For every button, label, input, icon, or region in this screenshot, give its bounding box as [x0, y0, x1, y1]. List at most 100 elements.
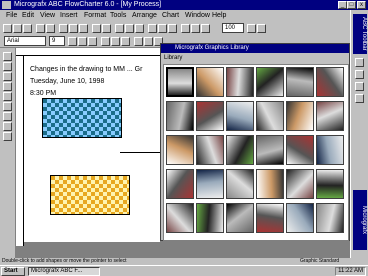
- canvas-text-time[interactable]: 8:30 PM: [30, 90, 56, 97]
- library-thumbnail[interactable]: [316, 135, 344, 165]
- library-thumbnail[interactable]: [196, 203, 224, 233]
- library-thumbnail[interactable]: [286, 101, 314, 131]
- library-thumbnail[interactable]: [166, 169, 194, 199]
- abc-toolbar-label[interactable]: ABC Toolbar: [353, 14, 367, 54]
- bold-icon[interactable]: [68, 37, 77, 46]
- underline-icon[interactable]: [88, 37, 97, 46]
- micrografx-label[interactable]: Micrografx: [353, 190, 367, 250]
- library-thumbnail[interactable]: [196, 67, 224, 97]
- shape-icon[interactable]: [115, 24, 124, 33]
- library-thumbnail[interactable]: [226, 169, 254, 199]
- palette-tool-icon[interactable]: [355, 58, 364, 67]
- library-thumbnail[interactable]: [196, 135, 224, 165]
- library-thumbnail[interactable]: [226, 203, 254, 233]
- taskbar-app-item[interactable]: Micrografx ABC F...: [28, 267, 100, 276]
- font-size-select[interactable]: 9: [49, 36, 65, 46]
- taskbar-clock: 11:22 AM: [335, 267, 366, 276]
- palette-tool-icon[interactable]: [355, 94, 364, 103]
- grid-icon[interactable]: [191, 24, 200, 33]
- palette-tool-icon[interactable]: [355, 70, 364, 79]
- zoom-tool-icon[interactable]: [3, 132, 12, 141]
- text-tool-icon[interactable]: [3, 82, 12, 91]
- curve-tool-icon[interactable]: [3, 122, 12, 131]
- canvas-text-title[interactable]: Changes in the drawing to MM ... Gr: [30, 66, 142, 73]
- shape-tool-icon[interactable]: [3, 62, 12, 71]
- menu-format[interactable]: Format: [84, 12, 106, 19]
- redo-icon[interactable]: [102, 24, 111, 33]
- data-icon[interactable]: [158, 24, 167, 33]
- new-icon[interactable]: [3, 24, 12, 33]
- polygon-tool-icon[interactable]: [3, 112, 12, 121]
- preview-icon[interactable]: [46, 24, 55, 33]
- ellipse-tool-icon[interactable]: [3, 102, 12, 111]
- close-button[interactable]: x: [357, 1, 366, 9]
- maximize-button[interactable]: □: [347, 1, 356, 9]
- menu-arrange[interactable]: Arrange: [132, 12, 157, 19]
- zoom-select[interactable]: 100: [222, 23, 244, 33]
- library-thumbnail[interactable]: [316, 101, 344, 131]
- library-thumbnail[interactable]: [166, 101, 194, 131]
- library-thumbnail[interactable]: [286, 203, 314, 233]
- align-center-icon[interactable]: [111, 37, 120, 46]
- connector-line[interactable]: [120, 152, 162, 153]
- help-icon[interactable]: [257, 24, 266, 33]
- library-thumbnail[interactable]: [166, 67, 194, 97]
- align-left-icon[interactable]: [101, 37, 110, 46]
- italic-icon[interactable]: [78, 37, 87, 46]
- library-thumbnail[interactable]: [256, 67, 284, 97]
- copy-icon[interactable]: [69, 24, 78, 33]
- library-thumbnail[interactable]: [226, 101, 254, 131]
- menu-file[interactable]: File: [6, 12, 17, 19]
- cut-icon[interactable]: [59, 24, 68, 33]
- canvas-text-date[interactable]: Tuesday, June 10, 1998: [30, 78, 104, 85]
- library-menu[interactable]: Library: [161, 53, 349, 63]
- minimize-button[interactable]: _: [338, 1, 347, 9]
- link-icon[interactable]: [148, 24, 157, 33]
- blue-pattern-shape[interactable]: [42, 98, 122, 138]
- menu-insert[interactable]: Insert: [60, 12, 78, 19]
- align-right-icon[interactable]: [121, 37, 130, 46]
- library-icon[interactable]: [181, 24, 190, 33]
- library-thumbnail[interactable]: [196, 169, 224, 199]
- library-thumbnail[interactable]: [256, 203, 284, 233]
- print-icon[interactable]: [36, 24, 45, 33]
- menu-window[interactable]: Window: [185, 12, 210, 19]
- library-thumbnail[interactable]: [256, 101, 284, 131]
- line-color-icon[interactable]: [144, 37, 153, 46]
- menu-view[interactable]: View: [40, 12, 55, 19]
- library-thumbnail[interactable]: [226, 67, 254, 97]
- chart-icon[interactable]: [168, 24, 177, 33]
- library-thumbnail[interactable]: [256, 135, 284, 165]
- library-thumbnail[interactable]: [316, 203, 344, 233]
- menu-help[interactable]: Help: [212, 12, 226, 19]
- library-thumbnail[interactable]: [316, 169, 344, 199]
- library-thumbnail[interactable]: [256, 169, 284, 199]
- undo-icon[interactable]: [92, 24, 101, 33]
- font-select[interactable]: Arial: [4, 36, 46, 46]
- library-thumbnail[interactable]: [226, 135, 254, 165]
- library-thumbnail[interactable]: [286, 67, 314, 97]
- snap-icon[interactable]: [201, 24, 210, 33]
- start-button[interactable]: Start: [1, 267, 25, 276]
- text-icon[interactable]: [135, 24, 144, 33]
- library-thumbnail[interactable]: [196, 101, 224, 131]
- menu-chart[interactable]: Chart: [162, 12, 179, 19]
- rectangle-tool-icon[interactable]: [3, 92, 12, 101]
- save-icon[interactable]: [23, 24, 32, 33]
- paste-icon[interactable]: [79, 24, 88, 33]
- menu-tools[interactable]: Tools: [110, 12, 126, 19]
- library-thumbnail[interactable]: [286, 169, 314, 199]
- menu-edit[interactable]: Edit: [22, 12, 34, 19]
- zoom-in-icon[interactable]: [247, 24, 256, 33]
- open-icon[interactable]: [13, 24, 22, 33]
- yellow-pattern-shape[interactable]: [50, 175, 130, 215]
- library-thumbnail[interactable]: [166, 203, 194, 233]
- library-thumbnail[interactable]: [166, 135, 194, 165]
- line-icon[interactable]: [125, 24, 134, 33]
- palette-tool-icon[interactable]: [355, 82, 364, 91]
- library-thumbnail[interactable]: [316, 67, 344, 97]
- pointer-icon[interactable]: [3, 52, 12, 61]
- library-thumbnail[interactable]: [286, 135, 314, 165]
- fill-color-icon[interactable]: [134, 37, 143, 46]
- line-tool-icon[interactable]: [3, 72, 12, 81]
